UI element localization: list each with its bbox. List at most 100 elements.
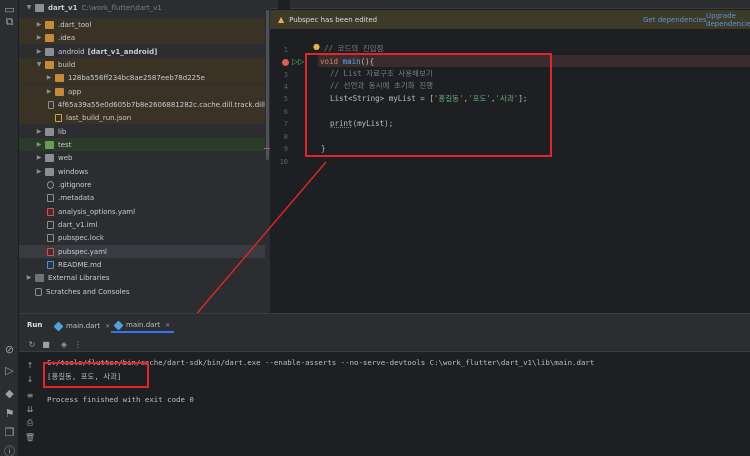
soft-wrap-icon[interactable]: ≡ — [25, 390, 35, 400]
project-panel: ▼ dart_v1 C:\work_flutter\dart_v1 ▶ .dar… — [19, 0, 270, 313]
get-dependencies-link[interactable]: Get dependencies — [643, 16, 707, 24]
close-icon[interactable]: ✕ — [165, 322, 170, 329]
tree-row-dart-tool[interactable]: ▶ .dart_tool — [19, 18, 265, 31]
problems-icon[interactable]: ⓘ — [2, 443, 17, 456]
tree-row-iml[interactable]: dart_v1.iml — [19, 218, 265, 231]
tree-row-windows[interactable]: ▶ windows — [19, 165, 265, 178]
tree-label: 128ba556ff234bc8ae2587eeb78d225e — [68, 73, 205, 82]
tree-row-dill[interactable]: 4f65a39a55e0d605b7b8e2606881282c.cache.d… — [19, 98, 265, 111]
run-tab-2[interactable]: main.dart ✕ — [111, 319, 175, 333]
breakpoint-icon[interactable] — [282, 59, 289, 66]
editor-tabbar — [270, 0, 750, 9]
tree-row-metadata[interactable]: .metadata — [19, 191, 265, 204]
line-number: 7 — [283, 120, 288, 128]
chevron-right-icon[interactable]: ▶ — [35, 48, 43, 55]
line-number: 1 — [283, 46, 288, 54]
folder-icon — [45, 127, 54, 136]
file-icon — [47, 233, 54, 242]
tree-row-web[interactable]: ▶ web — [19, 151, 265, 164]
folder-icon — [35, 3, 44, 12]
more-icon[interactable]: ⋮ — [73, 339, 83, 349]
chevron-down-icon[interactable]: ▼ — [35, 61, 43, 68]
line-number: 5 — [283, 95, 288, 103]
editor-tab-main[interactable] — [278, 0, 290, 9]
tree-row-gitignore[interactable]: .gitignore — [19, 178, 265, 191]
tree-row-root[interactable]: ▼ dart_v1 C:\work_flutter\dart_v1 — [19, 1, 265, 14]
flutter-icon[interactable]: ◆ — [2, 386, 17, 401]
tree-row-idea[interactable]: ▶ .idea — [19, 31, 265, 44]
tree-label: .idea — [58, 33, 76, 42]
chevron-right-icon[interactable]: ▶ — [35, 21, 43, 28]
line-number: 8 — [283, 133, 288, 141]
folder-icon — [45, 140, 54, 149]
tree-row-android[interactable]: ▶ android [dart_v1_android] — [19, 45, 265, 58]
trash-icon[interactable]: 🗑 — [25, 432, 35, 442]
upgrade-dependencies-link[interactable]: Upgrade dependencies — [706, 12, 750, 28]
tree-row-build-hash[interactable]: ▶ 128ba556ff234bc8ae2587eeb78d225e — [19, 71, 265, 84]
tree-row-readme[interactable]: README.md — [19, 258, 265, 271]
tree-label: windows — [58, 167, 89, 176]
chevron-right-icon[interactable]: ▶ — [35, 34, 43, 41]
close-icon[interactable]: ✕ — [105, 323, 110, 330]
tree-row-pubspec-yaml[interactable]: pubspec.yaml — [19, 245, 265, 258]
tree-row-test[interactable]: ▶ test — [19, 138, 265, 151]
dart-icon — [113, 320, 124, 330]
tree-row-pubspec-lock[interactable]: pubspec.lock — [19, 231, 265, 244]
ide-window: ▭ ⧉ ⊘ ▷ ◆ ⚑ ❒ ⓘ ▼ dart_v1 C:\work_flutte… — [0, 0, 750, 456]
run-gutter-icon[interactable]: ▷▷ — [292, 57, 304, 66]
warning-icon: ▲ — [278, 15, 285, 24]
tree-label: test — [58, 140, 72, 149]
up-arrow-icon[interactable]: ↑ — [25, 360, 35, 370]
run-icon[interactable]: ▷ — [2, 363, 17, 378]
terminal-icon[interactable]: ❒ — [2, 425, 17, 440]
bug-icon[interactable]: ⊘ — [2, 342, 17, 357]
print-icon[interactable]: ⎙ — [25, 418, 35, 428]
dart-icon — [53, 321, 64, 331]
markdown-file-icon — [47, 260, 54, 269]
scratches-icon — [35, 287, 42, 296]
rerun-icon[interactable]: ↻ — [27, 339, 37, 349]
tree-label: External Libraries — [48, 273, 110, 282]
chevron-right-icon[interactable]: ▶ — [25, 274, 33, 281]
tree-label: lib — [58, 127, 67, 136]
run-tab-label: main.dart — [66, 322, 101, 330]
hot-reload-icon[interactable]: ◈ — [59, 339, 69, 349]
run-toolbar: ↻ ■ ◈ ⋮ — [19, 336, 750, 352]
line-number: 4 — [283, 83, 288, 91]
chevron-right-icon[interactable]: ▶ — [35, 141, 43, 148]
line-number: 6 — [283, 108, 288, 116]
editor-tab-pubspec[interactable] — [340, 0, 352, 9]
chevron-down-icon[interactable]: ▼ — [25, 4, 33, 11]
inspector-icon[interactable]: ⚑ — [2, 406, 17, 421]
comment: // 코드의 진입점 — [324, 43, 384, 53]
run-tab-1[interactable]: main.dart ✕ — [51, 319, 114, 333]
activity-strip: ▭ ⧉ ⊘ ▷ ◆ ⚑ ❒ ⓘ — [0, 0, 19, 456]
chevron-right-icon[interactable]: ▶ — [35, 154, 43, 161]
output-highlight-box — [43, 362, 149, 388]
tree-row-external-libraries[interactable]: ▶ External Libraries — [19, 271, 265, 284]
folder-icon — [45, 153, 54, 162]
run-header: Run main.dart ✕ main.dart ✕ — [19, 314, 750, 336]
tree-row-scratches[interactable]: Scratches and Consoles — [19, 285, 265, 298]
tree-label: android — [58, 47, 85, 56]
tree-label: .dart_tool — [58, 20, 92, 29]
tree-row-analysis-options[interactable]: analysis_options.yaml — [19, 205, 265, 218]
tree-label: build — [58, 60, 76, 69]
folder-icon — [45, 60, 54, 69]
tree-row-last-build[interactable]: last_build_run.json — [19, 111, 265, 124]
tree-label: Scratches and Consoles — [46, 287, 130, 296]
file-icon — [47, 193, 54, 202]
tree-row-lib[interactable]: ▶ lib — [19, 125, 265, 138]
stop-icon[interactable]: ■ — [41, 339, 51, 349]
folder-icon — [45, 33, 54, 42]
chevron-right-icon[interactable]: ▶ — [45, 74, 53, 81]
yaml-file-icon — [47, 247, 54, 256]
structure-icon[interactable]: ⧉ — [2, 14, 17, 29]
scroll-to-end-icon[interactable]: ⇊ — [25, 404, 35, 414]
down-arrow-icon[interactable]: ↓ — [25, 374, 35, 384]
chevron-right-icon[interactable]: ▶ — [45, 88, 53, 95]
chevron-right-icon[interactable]: ▶ — [35, 128, 43, 135]
tree-row-app[interactable]: ▶ app — [19, 85, 265, 98]
chevron-right-icon[interactable]: ▶ — [35, 168, 43, 175]
tree-row-build[interactable]: ▼ build — [19, 58, 265, 71]
